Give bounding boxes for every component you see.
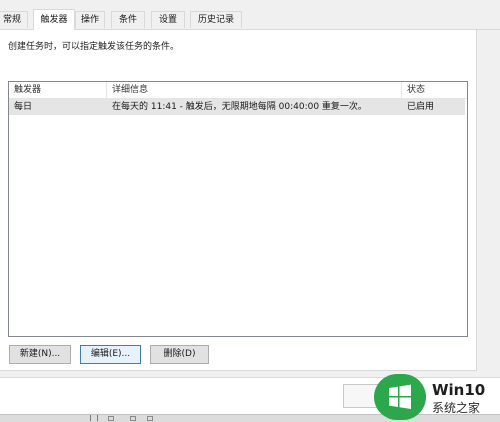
taskbar-separator	[90, 415, 91, 421]
table-row[interactable]: 每日 在每天的 11:41 - 触发后，无限期地每隔 00:40:00 重复一次…	[9, 99, 465, 115]
column-header-trigger[interactable]: 触发器	[9, 82, 107, 98]
delete-button[interactable]: 删除(D)	[150, 345, 209, 364]
taskbar-separator	[97, 415, 98, 421]
edit-button[interactable]: 编辑(E)...	[80, 345, 141, 364]
watermark-brand: Win10	[432, 381, 486, 399]
column-header-status[interactable]: 状态	[402, 82, 465, 98]
table-header: 触发器 详细信息 状态	[9, 82, 467, 99]
tab-actions[interactable]: 操作	[75, 11, 105, 28]
taskbar-icon[interactable]	[130, 416, 136, 421]
taskbar-icon[interactable]	[147, 416, 153, 421]
tab-history[interactable]: 历史记录	[190, 11, 242, 28]
tab-general[interactable]: 常规	[0, 11, 28, 28]
new-button[interactable]: 新建(N)...	[9, 345, 71, 364]
trigger-list[interactable]: 触发器 详细信息 状态 每日 在每天的 11:41 - 触发后，无限期地每隔 0…	[8, 81, 468, 337]
tab-triggers[interactable]: 触发器	[33, 9, 75, 30]
tab-conditions[interactable]: 条件	[111, 11, 145, 28]
cell-details: 在每天的 11:41 - 触发后，无限期地每隔 00:40:00 重复一次。	[112, 102, 367, 112]
taskbar-icon[interactable]	[108, 416, 114, 421]
cell-trigger: 每日	[14, 102, 33, 112]
column-header-details[interactable]: 详细信息	[107, 82, 402, 98]
cell-status: 已启用	[407, 102, 435, 112]
panel-description: 创建任务时，可以指定触发该任务的条件。	[8, 42, 180, 52]
watermark-site-name: 系统之家	[432, 401, 481, 415]
watermark-text: Win10 系统之家	[432, 381, 485, 417]
tab-settings[interactable]: 设置	[151, 11, 185, 28]
windows-logo-icon	[389, 384, 411, 409]
